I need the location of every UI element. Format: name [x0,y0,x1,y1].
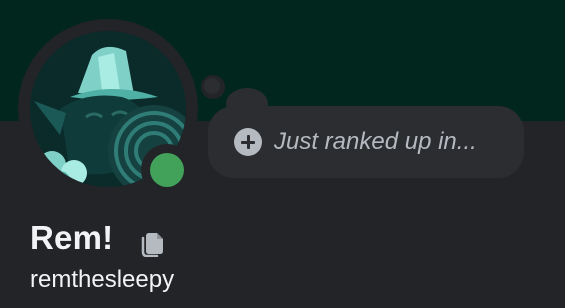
custom-status-bubble[interactable]: Just ranked up in... [208,106,524,178]
display-name: Rem! [30,219,114,256]
username: remthesleepy [30,266,175,293]
online-status-icon [150,153,184,187]
plus-circle-icon[interactable] [234,128,262,156]
badge-icon[interactable] [139,229,167,257]
thought-bubble-dot-small-inner [204,78,220,94]
custom-status-placeholder: Just ranked up in... [274,128,477,155]
